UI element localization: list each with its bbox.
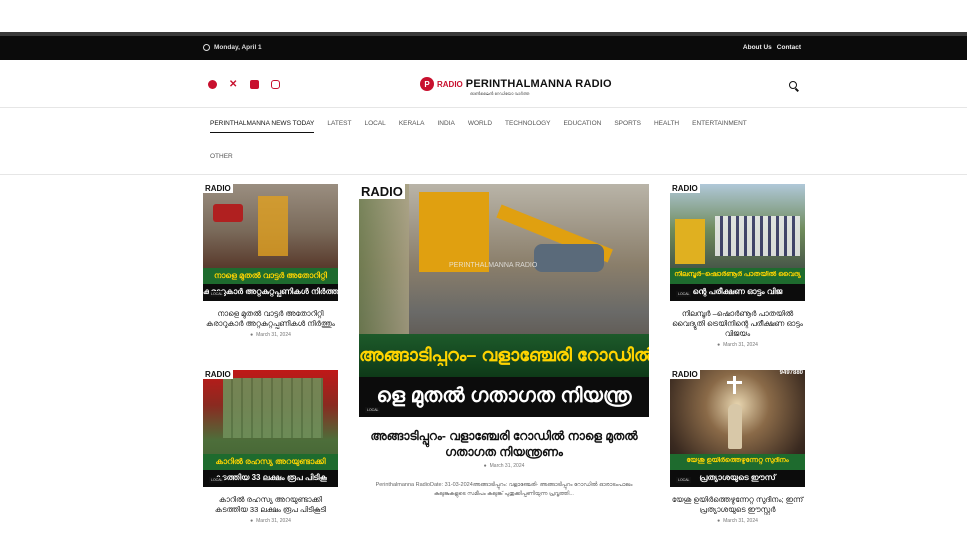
news-date: March 31, 2024	[670, 518, 805, 524]
radio-watermark-logo: RADIO	[670, 184, 700, 193]
clock-icon	[203, 44, 210, 51]
caption-line-1: നിലമ്പൂർ–ഷൊർണൂർ പാതയിൽ വൈദ്യ	[674, 271, 801, 278]
news-date: March 31, 2024	[670, 342, 805, 348]
car-shape	[213, 204, 243, 222]
jcb-excavator-shape	[419, 192, 489, 272]
nav-item-entertainment[interactable]: ENTERTAINMENT	[692, 120, 747, 133]
news-thumbnail[interactable]: നിലമ്പൂർ–ഷൊർണൂർ പാതയിൽ വൈദ്യ ന്റെ പരീക്ഷ…	[670, 184, 805, 301]
featured-watermark: PERINTHALMANNA RADIO	[449, 262, 538, 269]
news-card[interactable]: നിലമ്പൂർ–ഷൊർണൂർ പാതയിൽ വൈദ്യ ന്റെ പരീക്ഷ…	[670, 184, 805, 348]
news-date: March 31, 2024	[203, 518, 338, 524]
phone-number: 9497880	[779, 370, 803, 376]
radio-watermark-logo: RADIO	[203, 184, 233, 193]
facebook-icon[interactable]	[208, 80, 217, 89]
news-date: March 31, 2024	[203, 332, 338, 338]
category-badge[interactable]: LOCAL	[209, 477, 225, 483]
news-title[interactable]: കാറിൽ രഹസ്യ അറയുണ്ടാക്കി കടത്തിയ 33 ലക്ഷ…	[203, 495, 338, 515]
news-thumbnail[interactable]: നാളെ മുതൽ വാട്ടർ അതോറിറ്റി കരാറുകാർ അറ്റ…	[203, 184, 338, 301]
figure-shape	[728, 404, 742, 449]
nav-item-latest[interactable]: LATEST	[327, 120, 351, 133]
cross-icon	[733, 376, 736, 394]
category-badge[interactable]: LOCAL	[209, 291, 225, 297]
site-logo[interactable]: P RADIO PERINTHALMANNA RADIO ഓൺലൈൻ റേഡിയ…	[420, 77, 612, 96]
nav-item-technology[interactable]: TECHNOLOGY	[505, 120, 551, 133]
about-link[interactable]: About Us	[743, 44, 772, 51]
top-links: About Us Contact	[743, 44, 801, 51]
caption-line-1: കാറിൽ രഹസ്യ അറയുണ്ടാക്കി	[215, 457, 326, 466]
nav-item-sports[interactable]: SPORTS	[614, 120, 641, 133]
cash-bundles-shape	[223, 378, 323, 438]
logo-tagline: ഓൺലൈൻ റേഡിയോ വാർത്ത	[470, 91, 530, 96]
excavator-shape	[258, 196, 288, 256]
car-shape	[534, 244, 604, 272]
date-display: Monday, April 1	[203, 44, 262, 51]
radio-logo-icon: P	[420, 77, 434, 91]
news-title[interactable]: നിലമ്പൂർ –ഷൊർണൂർ പാതയിൽ വൈദ്യുതി ട്രെയിന…	[670, 309, 805, 339]
nav-item-other[interactable]: OTHER	[210, 153, 233, 165]
news-card[interactable]: 9497880 യേശു ഉയിർത്തെഴുന്നേറ്റ സുദിനം പ്…	[670, 370, 805, 524]
featured-title[interactable]: അങ്ങാടിപ്പുറം- വളാഞ്ചേരി റോഡിൽ നാളെ മുതൽ…	[359, 428, 649, 460]
contact-link[interactable]: Contact	[777, 44, 801, 51]
caption-line-1: അങ്ങാടിപ്പുറം– വളാഞ്ചേരി റോഡിൽ	[359, 345, 649, 365]
nav-item-india[interactable]: INDIA	[437, 120, 454, 133]
news-thumbnail[interactable]: 9497880 യേശു ഉയിർത്തെഴുന്നേറ്റ സുദിനം പ്…	[670, 370, 805, 487]
news-title[interactable]: നാളെ മുതൽ വാട്ടർ അതോറിറ്റി കരാറുകാർ അറ്റ…	[203, 309, 338, 329]
crowd-shape	[715, 216, 800, 256]
top-bar: Monday, April 1 About Us Contact	[0, 32, 967, 60]
news-thumbnail[interactable]: കാറിൽ രഹസ്യ അറയുണ്ടാക്കി കടത്തിയ 33 ലക്ഷ…	[203, 370, 338, 487]
caption-line-2: ളെ മുതൽ ഗതാഗത നിയന്ത്ര	[376, 385, 632, 407]
category-badge[interactable]: LOCAL	[676, 291, 692, 297]
logo-radio-text: RADIO	[437, 79, 463, 89]
instagram-icon[interactable]	[271, 80, 280, 89]
news-card[interactable]: കാറിൽ രഹസ്യ അറയുണ്ടാക്കി കടത്തിയ 33 ലക്ഷ…	[203, 370, 338, 524]
radio-watermark-logo: RADIO	[670, 370, 700, 379]
nav-item-perinthalmanna-news-today[interactable]: PERINTHALMANNA NEWS TODAY	[210, 120, 315, 133]
x-icon[interactable]: ✕	[229, 80, 238, 90]
caption-line-1: യേശു ഉയിർത്തെഴുന്നേറ്റ സുദിനം	[686, 457, 789, 464]
category-badge[interactable]: LOCAL	[676, 477, 692, 483]
nav-item-health[interactable]: HEALTH	[654, 120, 679, 133]
date-text: Monday, April 1	[214, 44, 262, 51]
category-badge[interactable]: LOCAL	[365, 407, 381, 413]
youtube-icon[interactable]	[250, 80, 259, 89]
search-icon[interactable]	[789, 81, 797, 89]
trees-shape	[359, 184, 409, 334]
news-title[interactable]: യേശു ഉയിർത്തെഴുന്നേറ്റ സുദിനം; ഇന്ന് പ്ര…	[670, 495, 805, 515]
site-header: ✕ P RADIO PERINTHALMANNA RADIO ഓൺലൈൻ റേഡ…	[0, 60, 967, 108]
social-links: ✕	[208, 80, 280, 90]
logo-name-text: PERINTHALMANNA RADIO	[465, 78, 612, 90]
featured-thumbnail[interactable]: PERINTHALMANNA RADIO അങ്ങാടിപ്പുറം– വളാഞ…	[359, 184, 649, 417]
featured-excerpt: Perinthalmanna RadioDate: 31-03-2024അങ്ങ…	[375, 482, 633, 497]
nav-item-kerala[interactable]: KERALA	[399, 120, 425, 133]
main-navigation: PERINTHALMANNA NEWS TODAY LATEST LOCAL K…	[0, 108, 967, 175]
news-card[interactable]: നാളെ മുതൽ വാട്ടർ അതോറിറ്റി കരാറുകാർ അറ്റ…	[203, 184, 338, 338]
cross-bar-shape	[727, 381, 742, 384]
nav-item-education[interactable]: EDUCATION	[564, 120, 602, 133]
nav-item-world[interactable]: WORLD	[468, 120, 492, 133]
nav-item-local[interactable]: LOCAL	[364, 120, 385, 133]
radio-watermark-logo: RADIO	[203, 370, 233, 379]
caption-line-1: നാളെ മുതൽ വാട്ടർ അതോറിറ്റി	[213, 271, 328, 280]
featured-news-card[interactable]: PERINTHALMANNA RADIO അങ്ങാടിപ്പുറം– വളാഞ…	[359, 184, 649, 499]
featured-date: March 31, 2024	[359, 463, 649, 469]
radio-watermark-logo: RADIO	[359, 184, 405, 199]
train-shape	[675, 219, 705, 264]
